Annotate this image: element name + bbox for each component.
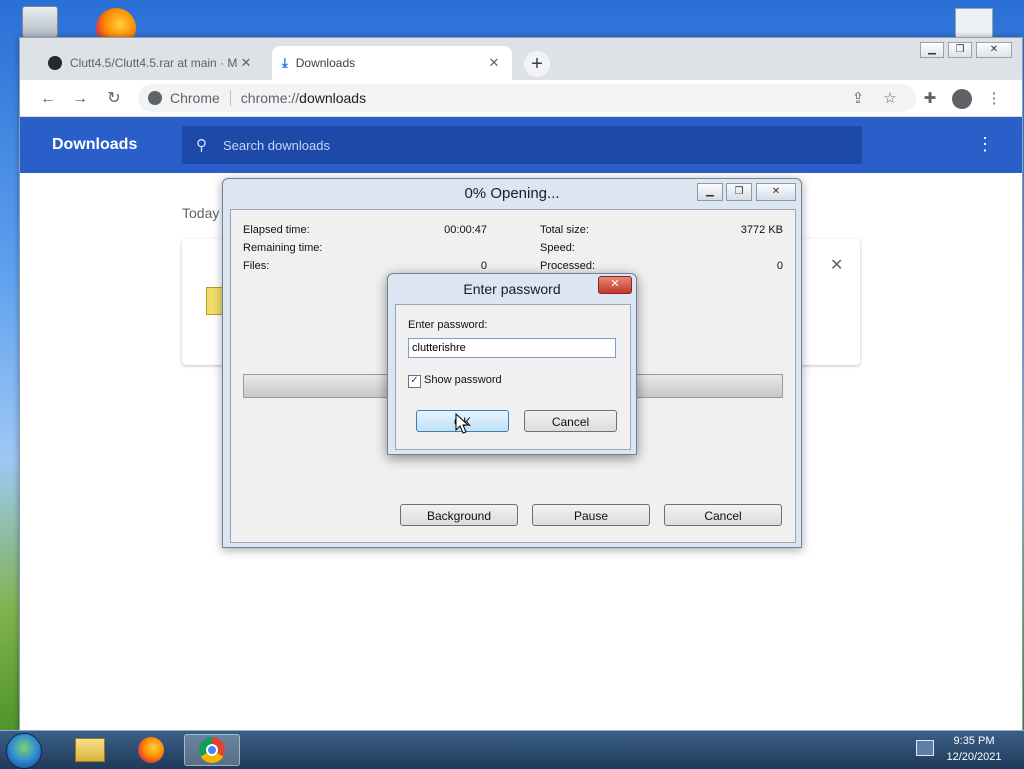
close-window-button[interactable]: ✕ xyxy=(976,42,1012,58)
tab-strip: Clutt4.5/Clutt4.5.rar at main · Ma ✕ ⤓ D… xyxy=(20,38,1022,80)
reload-icon[interactable]: ↻ xyxy=(104,89,124,109)
taskbar-explorer[interactable] xyxy=(62,734,118,766)
omnibox-divider xyxy=(229,90,231,106)
close-button[interactable]: ✕ xyxy=(598,276,632,294)
new-tab-button[interactable]: + xyxy=(524,51,550,77)
processed-value: 0 xyxy=(776,260,783,272)
files-label: Files: xyxy=(243,260,270,272)
maximize-button[interactable]: ❐ xyxy=(726,183,752,201)
start-button[interactable] xyxy=(6,733,42,769)
url-scheme: chrome:// xyxy=(240,90,300,106)
folder-icon xyxy=(75,738,105,762)
total-size-value: 3772 KB xyxy=(740,224,783,236)
tab-downloads[interactable]: ⤓ Downloads ✕ xyxy=(272,46,512,80)
page-title: Downloads xyxy=(52,136,138,153)
elapsed-value: 00:00:47 xyxy=(444,224,487,236)
back-arrow-icon[interactable]: ← xyxy=(38,89,58,109)
menu-kebab-icon[interactable]: ⋮ xyxy=(984,89,1004,109)
chrome-page-icon xyxy=(148,91,162,105)
files-value: 0 xyxy=(480,260,487,272)
extensions-icon[interactable]: ✚ xyxy=(920,89,940,109)
chrome-icon xyxy=(199,737,225,763)
total-size-label: Total size: xyxy=(540,224,589,236)
show-password-checkbox[interactable]: ✓ xyxy=(408,375,421,388)
share-icon[interactable]: ⇪ xyxy=(848,89,868,109)
password-field-label: Enter password: xyxy=(408,319,488,331)
tab-title: Clutt4.5/Clutt4.5.rar at main · Ma xyxy=(70,56,238,70)
password-input[interactable] xyxy=(408,338,616,358)
maximize-button[interactable]: ❐ xyxy=(948,42,972,58)
tab-title: Downloads xyxy=(295,56,356,70)
processed-label: Processed: xyxy=(540,260,596,272)
taskbar-firefox[interactable] xyxy=(123,734,179,766)
dialog-body: Enter password: ✓ Show password OK Cance… xyxy=(395,304,631,450)
remaining-label: Remaining time: xyxy=(243,242,323,254)
background-button[interactable]: Background xyxy=(400,504,518,526)
mouse-cursor-icon xyxy=(455,413,470,434)
minimize-button[interactable]: ▁ xyxy=(697,183,723,201)
profile-avatar-icon[interactable] xyxy=(952,89,972,109)
downloads-header: Downloads ⚲ Search downloads xyxy=(20,117,1022,173)
network-icon[interactable] xyxy=(916,740,934,756)
taskbar: 9:35 PM 12/20/2021 xyxy=(0,730,1024,769)
firefox-icon xyxy=(138,737,164,763)
speed-label: Speed: xyxy=(540,242,575,254)
forward-arrow-icon[interactable]: → xyxy=(70,89,90,109)
cancel-button[interactable]: Cancel xyxy=(524,410,617,432)
show-password-label[interactable]: Show password xyxy=(424,374,502,386)
date-section-label: Today xyxy=(182,205,220,221)
remove-download-icon[interactable]: ✕ xyxy=(830,255,843,275)
download-icon: ⤓ xyxy=(282,55,288,70)
close-button[interactable]: ✕ xyxy=(756,183,796,201)
elapsed-label: Elapsed time: xyxy=(243,224,310,236)
url-path: downloads xyxy=(299,90,367,106)
site-name: Chrome xyxy=(170,90,220,106)
github-icon xyxy=(48,56,62,70)
tab-close-icon[interactable]: ✕ xyxy=(486,55,502,71)
search-icon: ⚲ xyxy=(196,137,207,154)
tab-github[interactable]: Clutt4.5/Clutt4.5.rar at main · Ma ✕ xyxy=(38,46,264,80)
pause-button[interactable]: Pause xyxy=(532,504,650,526)
minimize-button[interactable]: ▁ xyxy=(920,42,944,58)
cancel-button[interactable]: Cancel xyxy=(664,504,782,526)
bookmark-star-icon[interactable]: ☆ xyxy=(880,89,900,109)
downloads-menu-icon[interactable]: ⋮ xyxy=(976,134,994,155)
search-downloads-field[interactable]: ⚲ Search downloads xyxy=(182,126,862,164)
clock-time[interactable]: 9:35 PM xyxy=(944,735,1004,747)
search-placeholder: Search downloads xyxy=(223,137,330,153)
enter-password-dialog: Enter password ✕ Enter password: ✓ Show … xyxy=(387,273,637,455)
browser-toolbar: ← → ↻ Chrome chrome:// downloads ⇪ ☆ ✚ ⋮ xyxy=(20,80,1022,117)
tab-close-icon[interactable]: ✕ xyxy=(238,55,254,71)
taskbar-chrome[interactable] xyxy=(184,734,240,766)
clock-date[interactable]: 12/20/2021 xyxy=(944,751,1004,763)
address-bar[interactable]: Chrome chrome:// downloads xyxy=(138,84,916,112)
